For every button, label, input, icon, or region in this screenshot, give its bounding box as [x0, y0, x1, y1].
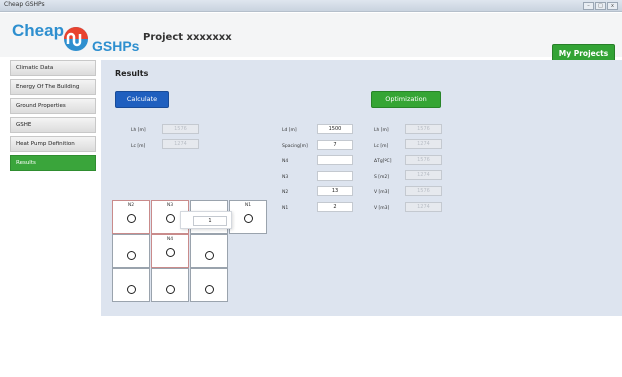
minimize-button[interactable]: – [583, 2, 594, 10]
opt-v1-value: 1576 [405, 186, 442, 196]
sidebar-item-heat-pump-definition[interactable]: Heat Pump Definition [10, 136, 96, 152]
opt-s-label: S [m2] [374, 175, 390, 180]
grid-cell[interactable] [112, 268, 150, 302]
sidebar-item-energy-of-building[interactable]: Energy Of The Building [10, 79, 96, 95]
borehole-circle-icon [166, 285, 175, 294]
grid-cell[interactable] [190, 268, 228, 302]
sidebar-item-ground-properties[interactable]: Ground Properties [10, 98, 96, 114]
borehole-circle-icon [166, 214, 175, 223]
calculate-button[interactable]: Calculate [115, 91, 169, 108]
opt-lc-label: Lc [m] [374, 144, 389, 149]
grid-cell-n1[interactable]: N1 [229, 200, 267, 234]
grid-cell[interactable] [112, 234, 150, 268]
sidebar-item-results[interactable]: Results [10, 155, 96, 171]
spacing-label: Spacing[m] [282, 144, 308, 149]
n3-label: N3 [282, 175, 289, 180]
n1-input[interactable]: 2 [317, 202, 353, 212]
opt-v1-label: V [m3] [374, 190, 390, 195]
results-panel: Results Calculate Optimization Lh [m] 15… [101, 60, 622, 316]
n1-label: N1 [282, 206, 289, 211]
borehole-circle-icon [244, 214, 253, 223]
cell-value-input[interactable]: 1 [193, 216, 227, 226]
grid-cell-label: N1 [244, 203, 252, 208]
sidebar-item-climatic-data[interactable]: Climatic Data [10, 60, 96, 76]
grid-cell-n4[interactable]: N4 [151, 234, 189, 268]
borehole-circle-icon [205, 251, 214, 260]
ld-input[interactable]: 1500 [317, 124, 353, 134]
opt-lc-value: 1274 [405, 139, 442, 149]
cell-value-popup: 1 [180, 211, 232, 229]
n2-label: N2 [282, 190, 289, 195]
opt-lh-label: Lh [m] [374, 128, 389, 133]
app-header: Cheap GSHPs Project xxxxxxx My Projects [0, 13, 622, 63]
sidebar: Climatic Data Energy Of The Building Gro… [10, 60, 96, 174]
calc-lc-label: Lc [m] [131, 144, 146, 149]
logo-text-top: Cheap [12, 21, 64, 40]
ld-label: Ld [m] [282, 128, 297, 133]
window-titlebar: Cheap GSHPs – □ x [0, 0, 622, 12]
page-title: Results [115, 69, 149, 78]
borehole-circle-icon [127, 214, 136, 223]
borehole-circle-icon [166, 248, 175, 257]
logo-icon [64, 27, 88, 51]
calc-lc-value: 1274 [162, 139, 199, 149]
grid-cell[interactable] [151, 268, 189, 302]
window-controls: – □ x [583, 2, 618, 10]
opt-dtg-label: ΔTg[ºC] [374, 159, 392, 164]
borehole-circle-icon [127, 285, 136, 294]
grid-cell[interactable] [190, 234, 228, 268]
n3-input[interactable] [317, 171, 353, 181]
opt-v2-label: V [m3] [374, 206, 390, 211]
grid-cell-n2[interactable]: N2 [112, 200, 150, 234]
borehole-circle-icon [127, 251, 136, 260]
grid-cell-label: N4 [166, 237, 174, 242]
maximize-button[interactable]: □ [595, 2, 606, 10]
opt-lh-value: 1576 [405, 124, 442, 134]
grid-cell-label: N3 [166, 203, 174, 208]
calc-lh-label: Lh [m] [131, 128, 146, 133]
n2-input[interactable]: 13 [317, 186, 353, 196]
optimization-button[interactable]: Optimization [371, 91, 441, 108]
close-button[interactable]: x [607, 2, 618, 10]
calc-lh-value: 1576 [162, 124, 199, 134]
grid-cell-label: N2 [127, 203, 135, 208]
opt-v2-value: 1274 [405, 202, 442, 212]
n4-input[interactable] [317, 155, 353, 165]
window-title: Cheap GSHPs [4, 1, 45, 8]
logo-text-bottom: GSHPs [92, 38, 140, 54]
n4-label: N4 [282, 159, 289, 164]
spacing-input[interactable]: 7 [317, 140, 353, 150]
project-title: Project xxxxxxx [143, 32, 232, 43]
opt-dtg-value: 1576 [405, 155, 442, 165]
borehole-circle-icon [205, 285, 214, 294]
sidebar-item-gshe[interactable]: GSHE [10, 117, 96, 133]
opt-s-value: 1274 [405, 170, 442, 180]
